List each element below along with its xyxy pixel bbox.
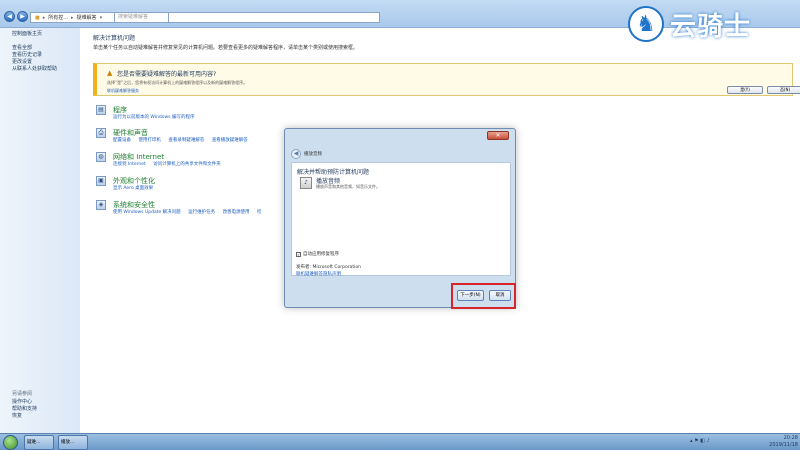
- folder-icon: ■: [35, 14, 40, 21]
- search-input[interactable]: 搜索疑难解答: [114, 12, 169, 23]
- auto-repair-checkbox[interactable]: ✓ 自动应用修复程序: [296, 251, 339, 257]
- banner-title: 您是否需要疑难解答的最新可用内容?: [117, 71, 217, 78]
- clock-date: 2019/11/18: [769, 442, 798, 448]
- yes-button[interactable]: 是(Y): [727, 86, 763, 94]
- see-also-help[interactable]: 帮助和支持: [12, 405, 37, 412]
- forward-arrow-icon[interactable]: ▶: [17, 11, 28, 22]
- printer-icon: ⎙: [96, 128, 106, 138]
- cancel-button[interactable]: 取消: [489, 290, 511, 301]
- clock-time: 20:28: [783, 435, 798, 441]
- speaker-icon: ♪: [300, 177, 312, 189]
- breadcrumb-item[interactable]: 疑难解答: [77, 14, 97, 21]
- logo-text: 云骑士: [670, 11, 752, 42]
- category-link[interactable]: 配置设备: [113, 138, 131, 143]
- taskbar-button-audio[interactable]: 播放...: [58, 435, 88, 450]
- shield-icon: ◈: [96, 200, 106, 210]
- publisher-text: 发布者: Microsoft Corporation: [296, 265, 361, 270]
- category-link[interactable]: 显示 Aero 桌面效果: [113, 186, 153, 191]
- breadcrumb-item[interactable]: 所有控...: [48, 14, 68, 21]
- sidebar-item-view-all[interactable]: 查看全部: [12, 44, 57, 51]
- see-also-label: 另请参阅: [12, 391, 33, 397]
- next-button[interactable]: 下一步(N): [457, 290, 484, 301]
- category-link[interactable]: 使用打印机: [138, 138, 161, 143]
- programs-icon: ▤: [96, 105, 106, 115]
- see-also-recovery[interactable]: 恢复: [12, 412, 37, 419]
- display-icon: ▣: [96, 176, 106, 186]
- sidebar-item-history[interactable]: 查看历史记录: [12, 51, 57, 58]
- dialog-title: 播放音频: [304, 152, 322, 157]
- dialog-body: 解决并帮助预防计算机问题 ♪ 播放音频 播放声音和其他音频，如音乐文件。 ✓ 自…: [291, 162, 511, 277]
- sidebar-links: 查看全部 查看历史记录 更改设置 从联系人处获取帮助: [12, 44, 57, 72]
- sidebar-item-settings[interactable]: 更改设置: [12, 58, 57, 65]
- dialog-heading: 解决并帮助预防计算机问题: [297, 169, 370, 176]
- update-banner: ▲ 您是否需要疑难解答的最新可用内容? 选择“是”之后，您将有权访问计算机上的疑…: [93, 63, 800, 96]
- checkbox-icon[interactable]: ✓: [296, 251, 301, 257]
- category-link[interactable]: 查看录制疑难解答: [168, 138, 204, 143]
- privacy-link[interactable]: 联机疑难解答隐私声明: [296, 271, 341, 277]
- clock[interactable]: 20:28 2019/11/18: [768, 435, 798, 449]
- taskbar-button-troubleshoot[interactable]: 疑难...: [24, 435, 54, 450]
- watermark-logo: ♞ 云骑士: [628, 2, 800, 46]
- auto-repair-label[interactable]: 自动应用修复程序: [303, 251, 339, 257]
- page-description: 单击某个任务以自动疑难解答并修复常见的计算机问题。若要查看更多的疑难解答程序，请…: [93, 45, 359, 51]
- page-title: 解决计算机问题: [93, 35, 136, 42]
- taskbar: 疑难... 播放... ▴ ⚑ ◧ ♪ 20:28 2019/11/18: [0, 433, 800, 450]
- see-also-links: 操作中心 帮助和支持 恢复: [12, 398, 37, 419]
- warning-icon: ▲: [107, 69, 113, 77]
- category-link[interactable]: 检: [257, 210, 262, 215]
- banner-description: 选择“是”之后，您将有权访问计算机上的疑难解答程序以及新的疑难解答程序。: [107, 80, 248, 85]
- address-bar[interactable]: ■ ▸ 所有控... ▸ 疑难解答 ▾: [30, 12, 380, 23]
- sidebar-item-contact-help[interactable]: 从联系人处获取帮助: [12, 65, 57, 72]
- category-link[interactable]: 查看播放疑难解答: [212, 138, 248, 143]
- troubleshooter-dialog: ✕ ◀ 播放音频 解决并帮助预防计算机问题 ♪ 播放音频 播放声音和其他音频，如…: [284, 128, 516, 308]
- back-arrow-icon[interactable]: ◀: [291, 149, 301, 159]
- no-button[interactable]: 否(N): [767, 86, 800, 94]
- category-link[interactable]: 使用 Windows Update 解决问题: [113, 210, 181, 215]
- close-icon[interactable]: ✕: [487, 131, 509, 140]
- sidebar-home-link[interactable]: 控制面板主页: [12, 30, 42, 37]
- category-link[interactable]: 运行维护任务: [188, 210, 215, 215]
- category-link[interactable]: 改善电源使用: [223, 210, 250, 215]
- category-link[interactable]: 运行为以前版本的 Windows 编写的程序: [113, 115, 194, 120]
- task-description: 播放声音和其他音频，如音乐文件。: [316, 184, 380, 189]
- windows-start-icon[interactable]: [3, 435, 18, 450]
- globe-icon: ◍: [96, 152, 106, 162]
- category-link[interactable]: 连接到 Internet: [113, 162, 146, 167]
- system-tray-icons[interactable]: ▴ ⚑ ◧ ♪: [690, 438, 710, 444]
- banner-link[interactable]: 联机疑难解答服务: [107, 88, 139, 94]
- sidebar: 控制面板主页 查看全部 查看历史记录 更改设置 从联系人处获取帮助 另请参阅 操…: [0, 28, 80, 433]
- back-arrow-icon[interactable]: ◀: [4, 11, 15, 22]
- knight-logo-icon: ♞: [628, 6, 664, 42]
- see-also-action-center[interactable]: 操作中心: [12, 398, 37, 405]
- category-link[interactable]: 访问计算机上的共享文件和文件夹: [153, 162, 221, 167]
- nav-buttons: ◀ ▶: [4, 11, 28, 22]
